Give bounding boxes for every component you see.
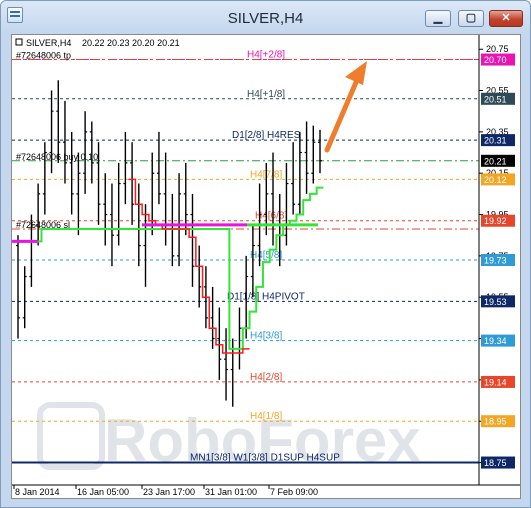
price-badge-label: 19.92 [484, 216, 507, 226]
ohlc-bar [197, 245, 202, 308]
murrey-level-label: D1[2/8] H4RES [232, 130, 301, 141]
ohlc-bar [237, 307, 242, 370]
ohlc-bar [190, 193, 195, 287]
x-tick-label: 7 Feb 09:00 [270, 487, 318, 497]
chart-area[interactable]: RoboForex H4[+2/8] H4[+1/8] D1[2/8] H4RES H… [11, 34, 521, 499]
x-tick-label: 23 Jan 17:00 [143, 487, 195, 497]
murrey-level-label: H4[3/8] [250, 331, 282, 342]
x-tick-label: 31 Jan 01:00 [205, 487, 257, 497]
price-badge-label: 20.31 [484, 136, 507, 146]
price-chart[interactable]: RoboForex H4[+2/8] H4[+1/8] D1[2/8] H4RES H… [12, 35, 520, 498]
ohlc-bar [136, 183, 141, 267]
maximize-button[interactable]: ▢ [458, 10, 484, 27]
price-badge-label: 19.73 [484, 256, 507, 266]
murrey-level-label: H4[2/8] [250, 372, 282, 383]
y-tick-label: 20.75 [486, 44, 509, 54]
price-badge-label: 20.21 [484, 156, 507, 166]
ohlc-bar [22, 266, 27, 329]
chart-header: SILVER,H4 20.22 20.23 20.20 20.21 [15, 38, 180, 48]
ohlc-bar [250, 224, 255, 298]
ohlc-bar [271, 152, 276, 246]
close-icon: ✕ [501, 12, 511, 24]
ohlc-bar [210, 286, 215, 349]
ohlc-bar [116, 162, 121, 246]
price-badge-label: 18.95 [484, 417, 507, 427]
price-badge-label: 19.34 [484, 336, 507, 346]
price-badge-label: 20.51 [484, 94, 507, 104]
ohlc-bar [109, 183, 114, 267]
price-badge-label: 20.70 [484, 55, 507, 65]
trailing-stop-line-red [128, 178, 250, 354]
collapse-icon [15, 38, 23, 46]
ohlc-bar [318, 129, 322, 174]
header-symbol: SILVER,H4 [26, 38, 71, 48]
ohlc-bar [69, 131, 74, 215]
ohlc-bar [224, 328, 229, 401]
ohlc-bar [217, 307, 222, 380]
murrey-level-label: H4[+2/8] [247, 50, 285, 61]
ohlc-bar [156, 131, 161, 205]
price-badge-label: 18.75 [484, 458, 507, 468]
ohlc-bar [177, 173, 182, 267]
chart-window: SILVER,H4 ▁ ▢ ✕ RoboForex H4[+2/8] H4[+1/… [0, 0, 531, 508]
murrey-level-label: MN1[3/8] W1[3/8] D1SUP H4SUP [190, 453, 340, 464]
price-badge-label: 20.12 [484, 175, 507, 185]
minimize-button[interactable]: ▁ [425, 10, 451, 27]
ohlc-bar [163, 152, 168, 246]
up-arrow-annotation [324, 61, 367, 153]
header-ohlc: 20.22 20.23 20.20 20.21 [82, 38, 180, 48]
ohlc-bar [103, 173, 108, 246]
ohlc-bar [284, 162, 289, 246]
murrey-level-label: H4[1/8] [250, 411, 282, 422]
price-badge-label: 19.53 [484, 297, 507, 307]
x-tick-label: 16 Jan 05:00 [77, 487, 129, 497]
ohlc-bar [311, 125, 316, 184]
watermark-logo: RoboForex [37, 402, 421, 474]
minimize-icon: ▁ [433, 12, 443, 24]
ohlc-bar [16, 235, 20, 339]
ohlc-bar [170, 193, 175, 267]
title-bar[interactable]: SILVER,H4 ▁ ▢ ✕ [1, 1, 530, 35]
close-button[interactable]: ✕ [489, 10, 523, 27]
ohlc-bar [291, 142, 296, 215]
trade-order-label: #72648006 tp [16, 51, 71, 61]
ohlc-bar [62, 100, 67, 184]
ohlc-bar [143, 204, 148, 287]
ohlc-bar [36, 183, 41, 246]
price-badge-label: 19.14 [484, 377, 507, 387]
ohlc-bar [297, 131, 302, 215]
x-tick-label: 8 Jan 2014 [15, 487, 60, 497]
ohlc-bar [130, 142, 135, 225]
murrey-level-label: H4[5/8] [250, 250, 282, 261]
ohlc-bar [76, 152, 81, 236]
murrey-level-label: D1[1/8] H4PIVOT [227, 291, 305, 302]
ohlc-bar [150, 152, 155, 236]
ohlc-bar [304, 121, 309, 194]
murrey-level-label: H4[+1/8] [247, 89, 285, 100]
ohlc-bar [123, 131, 128, 205]
ohlc-bar [56, 80, 61, 163]
maximize-icon: ▢ [465, 12, 477, 24]
